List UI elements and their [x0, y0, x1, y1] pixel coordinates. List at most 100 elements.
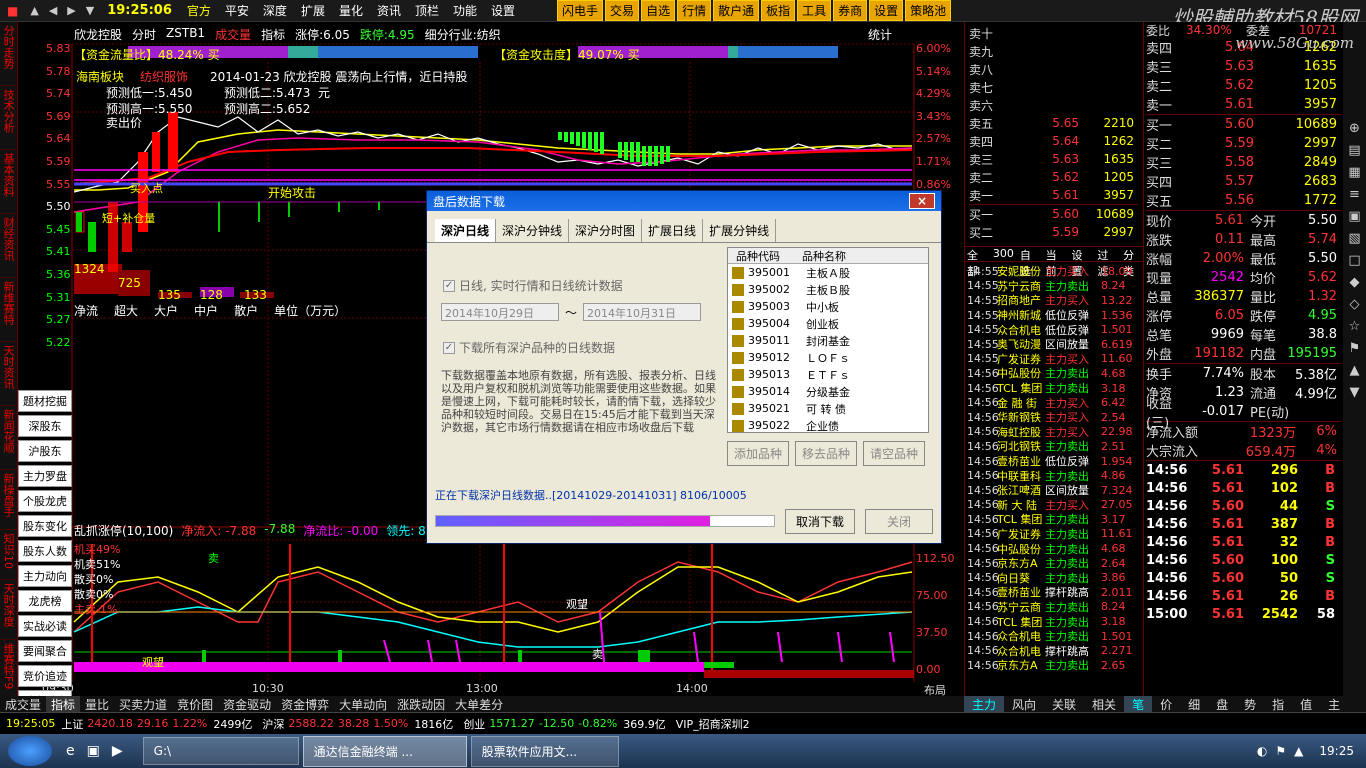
calc-icon[interactable]: ▧	[1343, 228, 1366, 250]
menu-extend[interactable]: 扩展	[294, 2, 332, 19]
clear-symbols-button[interactable]: 请空品种	[863, 441, 925, 466]
date-to-input[interactable]: 2014年10月31日	[583, 303, 702, 321]
pin-icon[interactable]: ◆	[1343, 272, 1366, 294]
left-tab-news[interactable]: 新闻花顺	[0, 406, 17, 470]
ob-sell-row[interactable]: 卖四 5.64 1262	[969, 132, 1138, 150]
left-tab-fundamentals[interactable]: 基本资料	[0, 150, 17, 214]
btn-trade[interactable]: 交易	[605, 0, 640, 21]
btn-main-direction[interactable]: 主力动向	[18, 565, 72, 587]
btn-shenzhen-holders[interactable]: 深股东	[18, 415, 72, 437]
left-tab-wisite[interactable]: 新维赛特	[0, 278, 17, 342]
btab-cause[interactable]: 涨跌动因	[392, 696, 450, 713]
btab-fund-drive[interactable]: 资金驱动	[218, 696, 276, 713]
nav-down-icon[interactable]: ▼	[81, 4, 99, 17]
nav-back-icon[interactable]: ◀	[44, 4, 62, 17]
rtab-main[interactable]: 主力	[964, 696, 1005, 712]
ob-sell-row[interactable]: 卖五 5.65 2210	[969, 114, 1138, 132]
news-item[interactable]: 14:56 新 大 陆主力买入 27.05	[967, 498, 1141, 513]
menu-pingan[interactable]: 平安	[218, 2, 256, 19]
news-item[interactable]: 14:56 京东方A 主力卖出 2.65	[967, 658, 1141, 673]
ob-buy-row[interactable]: 买一 5.60 10689	[969, 205, 1138, 223]
left-tab-f9[interactable]: 维赛特F9	[0, 640, 17, 700]
symbol-list-item[interactable]: 395014 分级基金	[728, 383, 928, 400]
grid-icon[interactable]: ▦	[1343, 162, 1366, 184]
menu-function[interactable]: 功能	[446, 2, 484, 19]
rtab-index[interactable]: 指	[1264, 696, 1292, 712]
news-item[interactable]: 14:56 TCL 集团 主力卖出 3.18	[967, 614, 1141, 629]
btn-broker[interactable]: 券商	[833, 0, 868, 21]
btab-indicator[interactable]: 指标	[46, 695, 81, 713]
news-tab-filter[interactable]: 过滤	[1097, 247, 1117, 278]
news-tab-all[interactable]: 全部	[967, 247, 987, 278]
news-item[interactable]: 14:56 众合机电 撑杆跳高 2.271	[967, 643, 1141, 658]
news-item[interactable]: 14:56 海虹控股 主力买入 22.98	[967, 425, 1141, 440]
tab-ext-minute[interactable]: 扩展分钟线	[703, 219, 777, 242]
news-item[interactable]: 14:55 众合机电 低位反弹 1.501	[967, 322, 1141, 337]
btab-bid[interactable]: 竞价图	[172, 696, 218, 713]
news-item[interactable]: 14:55 神州新城 低位反弹 1.536	[967, 308, 1141, 323]
quote-buy-row[interactable]: 买四 5.57 2683	[1146, 172, 1341, 191]
btab-big-diff[interactable]: 大单差分	[450, 696, 508, 713]
btn-flash[interactable]: 闪电手	[557, 0, 604, 21]
menu-official[interactable]: 官方	[180, 2, 218, 19]
ob-buy-row[interactable]: 买二 5.59 2997	[969, 223, 1138, 241]
scroll-down-icon[interactable]: ▼	[1343, 382, 1366, 404]
nav-forward-icon[interactable]: ▶	[62, 4, 80, 17]
ob-sell-row[interactable]: 卖二 5.62 1205	[969, 168, 1138, 186]
news-item[interactable]: 14:56 众合机电 主力卖出 1.501	[967, 629, 1141, 644]
btn-watchlist[interactable]: 自选	[641, 0, 676, 21]
symbol-list-item[interactable]: 395002 主板Ｂ股	[728, 281, 928, 298]
tray-icon-2[interactable]: ⚑	[1271, 744, 1290, 758]
left-tab-tianshi[interactable]: 天时资讯	[0, 342, 17, 406]
quote-sell-row[interactable]: 卖三 5.63 1635	[1146, 57, 1341, 76]
news-item[interactable]: 14:55 安妮股份 主力买入 18.09	[967, 264, 1141, 279]
btn-sector[interactable]: 板指	[761, 0, 796, 21]
symbol-list-item[interactable]: 395013 ＥＴＦｓ	[728, 366, 928, 383]
cancel-download-button[interactable]: 取消下载	[785, 509, 855, 534]
quote-buy-row[interactable]: 买五 5.56 1772	[1146, 191, 1341, 210]
btn-setup[interactable]: 设置	[869, 0, 904, 21]
stats-button[interactable]: 统计	[868, 26, 892, 43]
symbol-list-item[interactable]: 395001 主板Ａ股	[728, 264, 928, 281]
rtab-wind[interactable]: 风向	[1004, 696, 1044, 712]
btn-stock-dragon-tiger[interactable]: 个股龙虎	[18, 490, 72, 512]
dialog-titlebar[interactable]: 盘后数据下载 ×	[427, 191, 941, 211]
news-item[interactable]: 14:56 TCL 集团 主力卖出 3.18	[967, 381, 1141, 396]
news-item[interactable]: 14:56 中弘股份 主力卖出 4.68	[967, 541, 1141, 556]
rtab-book[interactable]: 盘	[1208, 696, 1236, 712]
menu-settings[interactable]: 设置	[484, 2, 522, 19]
btn-retail[interactable]: 散户通	[713, 0, 760, 21]
folder-icon[interactable]: ▣	[81, 743, 106, 759]
rtab-trend[interactable]: 势	[1236, 696, 1264, 712]
ie-icon[interactable]: e	[60, 743, 81, 759]
btn-strategy[interactable]: 策略池	[905, 0, 952, 21]
news-item[interactable]: 14:56 中联重科 主力卖出 4.86	[967, 468, 1141, 483]
rtab-value[interactable]: 值	[1292, 696, 1320, 712]
ob-sell-row[interactable]: 卖一 5.61 3957	[969, 186, 1138, 204]
symbol-list-item[interactable]: 395003 中小板	[728, 298, 928, 315]
btab-force[interactable]: 买卖力道	[114, 696, 172, 713]
news-item[interactable]: 14:55 苏宁云商 主力卖出 8.24	[967, 279, 1141, 294]
left-tab-knowledge[interactable]: 知识10	[0, 530, 17, 580]
remove-symbol-button[interactable]: 移去品种	[795, 441, 857, 466]
news-item[interactable]: 14:56 壹桥苗业 撑杆跳高 2.011	[967, 585, 1141, 600]
news-item[interactable]: 14:56 苏宁云商 主力卖出 8.24	[967, 600, 1141, 615]
checkbox-daily[interactable]: ✓	[443, 279, 455, 292]
btn-holder-change[interactable]: 股东变化	[18, 515, 72, 537]
news-item[interactable]: 14:56 张江啤酒 区间放量 7.324	[967, 483, 1141, 498]
date-from-input[interactable]: 2014年10月29日	[441, 303, 559, 321]
symbol-list[interactable]: 品种代码 品种名称 395001 主板Ａ股 395002 主板Ｂ股 395003 中小板 3…	[727, 247, 929, 433]
btn-main-compass[interactable]: 主力罗盘	[18, 465, 72, 487]
close-button[interactable]: 关闭	[865, 509, 933, 534]
menu-icon[interactable]: ■	[0, 4, 25, 18]
btab-volratio[interactable]: 量比	[80, 696, 114, 713]
left-tab-technical[interactable]: 技术分析	[0, 86, 17, 150]
tray-icon-1[interactable]: ◐	[1253, 744, 1271, 758]
nav-up-icon[interactable]: ▲	[25, 4, 43, 17]
symbol-list-item[interactable]: 395004 创业板	[728, 315, 928, 332]
btn-tools[interactable]: 工具	[797, 0, 832, 21]
media-icon[interactable]: ▶	[106, 743, 129, 759]
left-tab-trader[interactable]: 新操盘手	[0, 470, 17, 530]
menu-news[interactable]: 资讯	[370, 2, 408, 19]
scroll-up-icon[interactable]: ▲	[1343, 360, 1366, 382]
